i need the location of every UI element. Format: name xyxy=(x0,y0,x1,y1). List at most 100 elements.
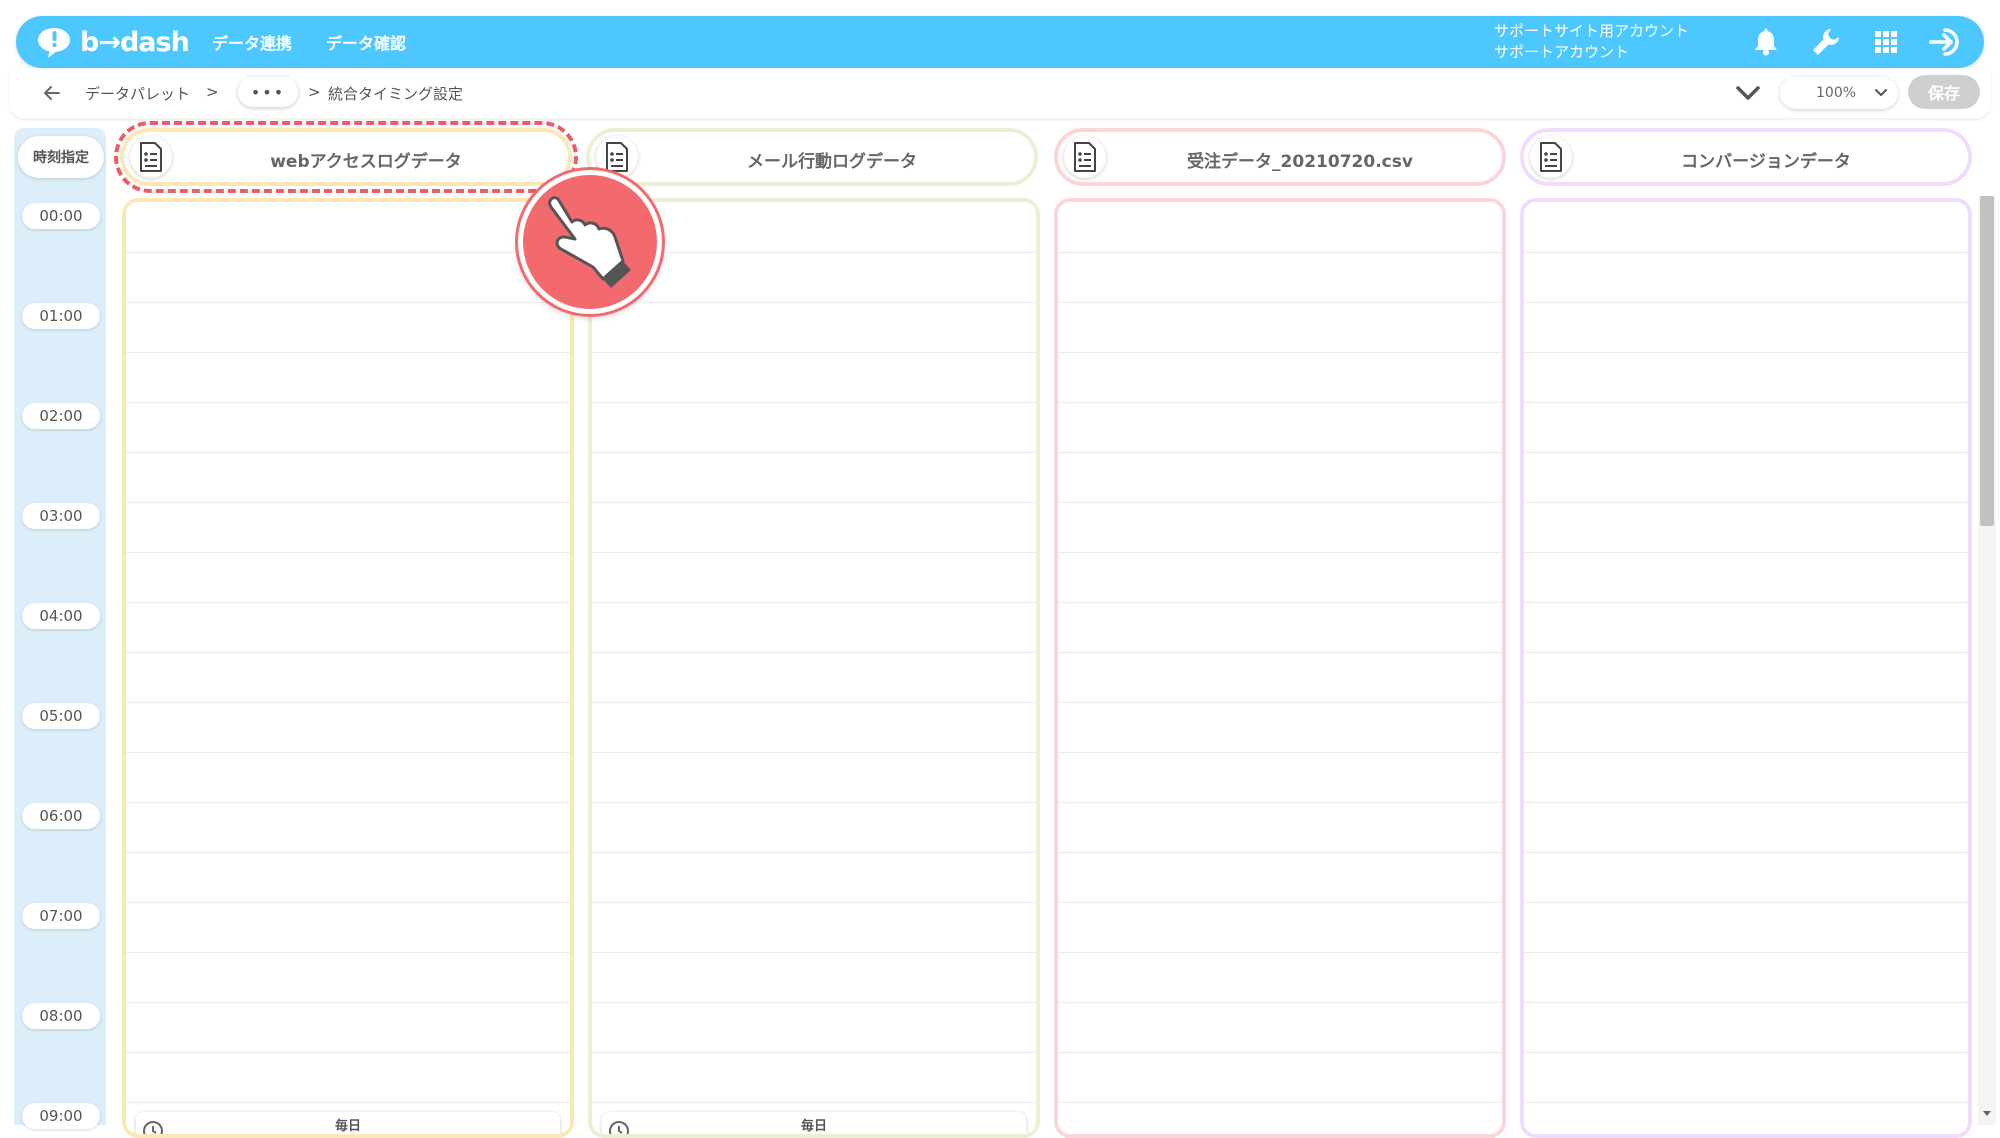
grid-line xyxy=(592,852,1036,853)
grid-line xyxy=(1524,252,1968,253)
breadcrumb-current: 統合タイミング設定 xyxy=(328,85,464,103)
grid-line xyxy=(1524,852,1968,853)
grid-line xyxy=(126,852,570,853)
time-label: 08:00 xyxy=(22,1003,100,1029)
column-header-conversion-data[interactable]: コンバージョンデータ xyxy=(1520,128,1972,186)
column-header-web-access-log[interactable]: webアクセスログデータ xyxy=(120,128,572,186)
wrench-icon xyxy=(1813,29,1839,55)
zoom-value: 100% xyxy=(1816,85,1857,101)
grid-line xyxy=(1058,302,1502,303)
grid-line xyxy=(592,802,1036,803)
grid-line xyxy=(1524,602,1968,603)
breadcrumb-toolbar: データパレット > ••• > 統合タイミング設定 100% 保存 xyxy=(10,68,1990,118)
click-pointer xyxy=(518,170,662,314)
grid-line xyxy=(1058,702,1502,703)
grid-line xyxy=(1058,552,1502,553)
grid-line xyxy=(592,602,1036,603)
time-label: 03:00 xyxy=(22,503,100,529)
nav-data-check[interactable]: データ確認 xyxy=(326,30,406,54)
grid-line xyxy=(126,302,570,303)
grid-line xyxy=(126,252,570,253)
grid-line xyxy=(592,652,1036,653)
grid-line xyxy=(592,1102,1036,1103)
grid-line xyxy=(1524,902,1968,903)
breadcrumb-data-palette[interactable]: データパレット xyxy=(85,83,190,104)
grid-line xyxy=(126,702,570,703)
grid-line xyxy=(1058,902,1502,903)
brand-logo[interactable]: b→dash xyxy=(36,23,190,61)
account-info[interactable]: サポートサイト用アカウント サポートアカウント xyxy=(1494,21,1689,63)
document-icon xyxy=(1530,136,1572,178)
grid-line xyxy=(1524,402,1968,403)
grid-line xyxy=(1058,952,1502,953)
schedule-item[interactable]: 毎日 xyxy=(602,1112,1026,1134)
grid-line xyxy=(592,502,1036,503)
settings-tool-button[interactable] xyxy=(1796,16,1856,68)
grid-line xyxy=(1058,602,1502,603)
time-label: 02:00 xyxy=(22,403,100,429)
grid-line xyxy=(1524,452,1968,453)
grid-line xyxy=(126,602,570,603)
column-title: メール行動ログデータ xyxy=(747,152,917,172)
back-arrow-icon[interactable] xyxy=(40,81,64,105)
grid-line xyxy=(1058,1002,1502,1003)
time-specify-header[interactable]: 時刻指定 xyxy=(18,136,104,178)
timeline-track-web-access-log[interactable]: 毎日 xyxy=(122,198,574,1138)
document-icon xyxy=(1064,136,1106,178)
time-label: 01:00 xyxy=(22,303,100,329)
main-nav: データ連携 データ確認 xyxy=(212,16,406,68)
grid-line xyxy=(1058,1102,1502,1103)
grid-line xyxy=(1058,402,1502,403)
grid-line xyxy=(126,752,570,753)
grid-line xyxy=(592,452,1036,453)
grid-line xyxy=(1524,552,1968,553)
app-menu-button[interactable] xyxy=(1856,16,1916,68)
top-navigation-bar: b→dash データ連携 データ確認 サポートサイト用アカウント サポートアカウ… xyxy=(16,16,1984,68)
timeline-track-order-data[interactable] xyxy=(1054,198,1506,1138)
timeline-track-mail-action-log[interactable]: 毎日 xyxy=(588,198,1040,1138)
scrollbar-thumb[interactable] xyxy=(1980,196,1994,526)
time-label: 07:00 xyxy=(22,903,100,929)
breadcrumb-more-button[interactable]: ••• xyxy=(238,77,298,107)
grid-line xyxy=(1524,1002,1968,1003)
grid-line xyxy=(592,1002,1036,1003)
grid-line xyxy=(126,1002,570,1003)
grid-line xyxy=(1524,752,1968,753)
column-title: 受注データ_20210720.csv xyxy=(1187,152,1413,172)
grid-line xyxy=(126,1052,570,1053)
notification-button[interactable] xyxy=(1736,16,1796,68)
grid-line xyxy=(1524,652,1968,653)
grid-line xyxy=(1524,952,1968,953)
logout-button[interactable] xyxy=(1916,16,1976,68)
breadcrumb-separator: > xyxy=(308,83,321,101)
nav-data-integration[interactable]: データ連携 xyxy=(212,30,292,54)
column-header-order-data[interactable]: 受注データ_20210720.csv xyxy=(1054,128,1506,186)
schedule-item[interactable]: 毎日 xyxy=(136,1112,560,1134)
save-button[interactable]: 保存 xyxy=(1908,75,1980,109)
zoom-select[interactable]: 100% xyxy=(1780,77,1898,109)
grid-line xyxy=(592,352,1036,353)
grid-line xyxy=(592,402,1036,403)
bell-icon xyxy=(1755,28,1777,56)
time-label: 04:00 xyxy=(22,603,100,629)
account-site-name: サポートサイト用アカウント xyxy=(1494,22,1690,40)
timeline-track-conversion-data[interactable] xyxy=(1520,198,1972,1138)
chevron-down-icon xyxy=(1875,89,1887,96)
grid-line xyxy=(126,952,570,953)
chevron-down-icon[interactable] xyxy=(1734,80,1762,106)
grid-line xyxy=(1058,752,1502,753)
grid-line xyxy=(592,902,1036,903)
grid-line xyxy=(126,352,570,353)
header-icon-group xyxy=(1736,16,1976,68)
grid-line xyxy=(592,702,1036,703)
grid-line xyxy=(1524,1102,1968,1103)
breadcrumb-separator: > xyxy=(206,83,219,101)
time-label: 05:00 xyxy=(22,703,100,729)
scroll-down-arrow-icon[interactable] xyxy=(1980,1106,1994,1120)
grid-line xyxy=(126,802,570,803)
grid-line xyxy=(1524,352,1968,353)
grid-line xyxy=(1058,352,1502,353)
column-title: webアクセスログデータ xyxy=(270,152,462,172)
grid-line xyxy=(1524,1052,1968,1053)
time-label: 06:00 xyxy=(22,803,100,829)
